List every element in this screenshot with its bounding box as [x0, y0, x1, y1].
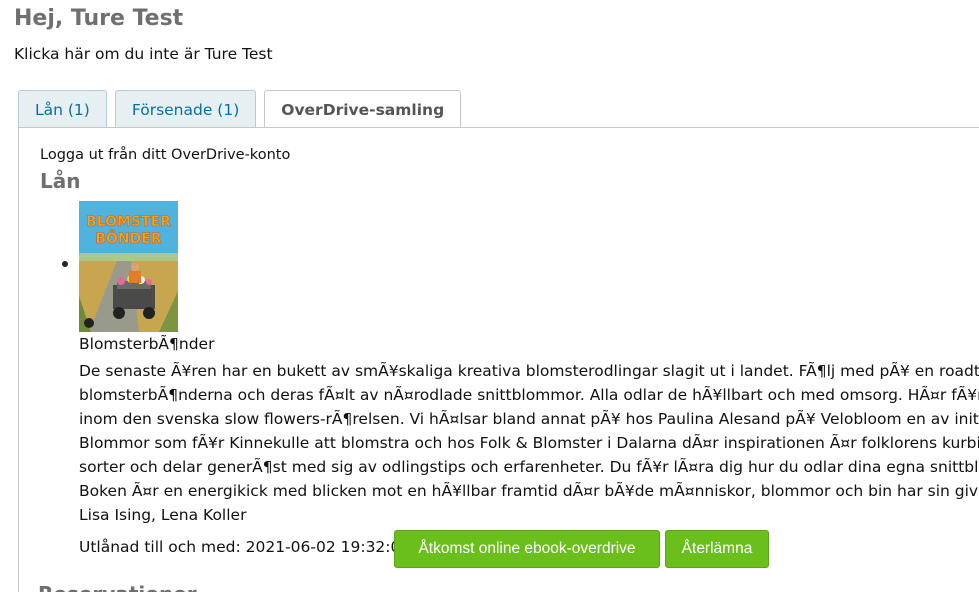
description-line: De senaste Ã¥ren har en bukett av smÃ¥sk… [79, 362, 979, 380]
description-line: Blommor som fÃ¥r Kinnekulle att blomstra… [79, 434, 979, 452]
cover-title-line1: BLOMSTER [86, 214, 171, 230]
loans-section-title: Lån [40, 169, 81, 193]
cover-title-line2: BÖNDER [95, 229, 161, 247]
item-description: De senaste Ã¥ren har en bukett av smÃ¥sk… [79, 359, 979, 527]
list-bullet [62, 261, 68, 267]
not-you-link[interactable]: Klicka här om du inte är Ture Test [14, 45, 273, 63]
tab-bar: Lån (1) Försenade (1) OverDrive-samling [18, 90, 462, 129]
book-cover-title-art: BLOMSTER BÖNDER [86, 214, 172, 248]
item-title: BlomsterbÃ¶nder [79, 335, 215, 353]
description-line: blomsterbÃ¶nderna och deras fÃ¤lt av nÃ¤… [79, 386, 979, 404]
page-greeting: Hej, Ture Test [14, 6, 184, 31]
tab-loans[interactable]: Lån (1) [18, 90, 107, 128]
description-line: inom den svenska slow flowers-rÃ¶relsen.… [79, 410, 979, 428]
due-date-text: Utlånad till och med: 2021-06-02 19:32:0… [79, 538, 411, 556]
tab-overdue[interactable]: Försenade (1) [114, 90, 257, 128]
overdrive-logout-link[interactable]: Logga ut från ditt OverDrive-konto [40, 147, 290, 163]
description-line: Boken Ã¤r en energikick med blicken mot … [79, 482, 979, 500]
reservations-section-title: Reservationer [38, 582, 197, 592]
return-button[interactable]: Återlämna [665, 530, 769, 568]
online-access-button[interactable]: Åtkomst online ebook-overdrive [394, 530, 660, 568]
page: Hej, Ture Test Klicka här om du inte är … [0, 0, 979, 592]
tab-overdrive-collection[interactable]: OverDrive-samling [264, 90, 462, 129]
book-cover[interactable]: BLOMSTER BÖNDER [79, 201, 178, 332]
item-authors: Lisa Ising, Lena Koller [79, 506, 247, 524]
description-line: sorter och delar generÃ¶st med sig av od… [79, 458, 979, 476]
